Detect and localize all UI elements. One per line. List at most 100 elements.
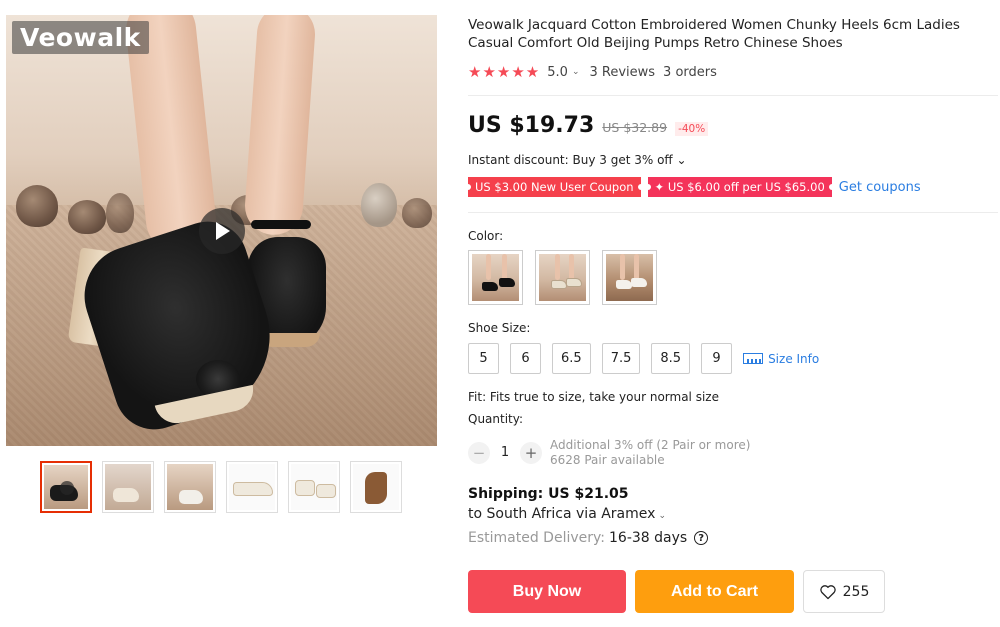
estimated-delivery: Estimated Delivery: 16-38 days ?: [468, 530, 709, 546]
quantity-note: Additional 3% off (2 Pair or more) 6628 …: [550, 438, 750, 467]
thumbnail[interactable]: [226, 461, 278, 513]
swatch-shoe: [499, 278, 515, 287]
size-option[interactable]: 6.5: [552, 343, 591, 374]
shipping-destination-label: to South Africa via Aramex: [468, 506, 656, 522]
divider: [468, 95, 998, 96]
buy-now-button[interactable]: Buy Now: [468, 570, 626, 613]
thumbnail-image: [105, 464, 151, 510]
pinecone-decor: [68, 200, 106, 234]
ankle-strap: [251, 220, 311, 229]
play-video-button[interactable]: [199, 208, 245, 254]
pinecone-decor: [106, 193, 134, 233]
chevron-down-icon: ⌄: [658, 511, 666, 521]
thumbnail[interactable]: [288, 461, 340, 513]
swatch-shoe: [566, 278, 582, 287]
orders-count: 3 orders: [663, 64, 717, 80]
swatch-leg: [569, 254, 574, 280]
wishlist-button[interactable]: 255: [803, 570, 885, 613]
size-info-label: Size Info: [768, 351, 820, 366]
color-label: Color:: [468, 229, 504, 243]
rating-value[interactable]: 5.0: [547, 65, 568, 80]
chevron-down-icon[interactable]: ⌄: [572, 67, 580, 77]
coupon-notch: [637, 184, 644, 190]
size-options: 5 6 6.5 7.5 8.5 9 Size Info: [468, 343, 819, 374]
coupon-notch: [465, 184, 471, 190]
fit-note: Fit: Fits true to size, take your normal…: [468, 390, 719, 404]
rating-row: ★★★★★ 5.0 ⌄ 3 Reviews 3 orders: [468, 63, 717, 81]
divider: [468, 212, 998, 213]
discount-badge: -40%: [675, 122, 709, 136]
price-row: US $19.73 US $32.89 -40%: [468, 113, 709, 138]
pinecone-decor: [16, 185, 58, 227]
play-icon: [60, 481, 74, 495]
thumbnail[interactable]: [40, 461, 92, 513]
coupon-notch: [828, 184, 835, 190]
thumbnail-shoe: [316, 484, 336, 498]
shipping-destination[interactable]: to South Africa via Aramex ⌄: [468, 506, 666, 522]
thumbnail[interactable]: [102, 461, 154, 513]
color-option-white[interactable]: [602, 250, 657, 305]
decrease-quantity-button[interactable]: −: [468, 441, 490, 464]
thumbnail-shoe: [113, 488, 139, 502]
original-price: US $32.89: [602, 120, 668, 135]
swatch-shoe: [482, 282, 498, 291]
additional-discount-note: Additional 3% off (2 Pair or more): [550, 438, 751, 452]
product-title: Veowalk Jacquard Cotton Embroidered Wome…: [468, 17, 960, 51]
thumbnail-shoe: [179, 490, 203, 504]
color-option-black[interactable]: [468, 250, 523, 305]
size-option[interactable]: 6: [510, 343, 541, 374]
thumbnail-shoe: [295, 480, 315, 496]
swatch-leg: [634, 254, 639, 280]
swatch-leg: [486, 254, 491, 280]
color-swatch-image: [539, 254, 586, 301]
stock-available: 6628 Pair available: [550, 452, 665, 467]
thumbnail-shoe: [233, 482, 273, 496]
coupon-label: ✦ US $6.00 off per US $65.00: [654, 180, 825, 194]
size-option[interactable]: 5: [468, 343, 499, 374]
main-product-image[interactable]: Veowalk: [6, 15, 437, 446]
size-option[interactable]: 8.5: [651, 343, 691, 374]
coupon-label: US $3.00 New User Coupon: [475, 180, 634, 194]
color-swatch-image: [472, 254, 519, 301]
brand-logo: Veowalk: [12, 21, 149, 54]
swatch-leg: [502, 254, 507, 280]
store-coupon[interactable]: ✦ US $6.00 off per US $65.00: [644, 177, 835, 197]
increase-quantity-button[interactable]: +: [520, 441, 542, 464]
wishlist-count: 255: [842, 583, 870, 600]
size-option[interactable]: 9: [701, 343, 733, 374]
quantity-label: Quantity:: [468, 412, 524, 426]
shipping-cost: Shipping: US $21.05: [468, 486, 629, 502]
new-user-coupon[interactable]: US $3.00 New User Coupon: [465, 177, 644, 197]
quantity-stepper: − 1 + Additional 3% off (2 Pair or more)…: [468, 438, 750, 467]
pinecone-decor: [402, 198, 432, 228]
thumbnail-strip: [40, 461, 402, 513]
thumbnail-shoe: [365, 472, 387, 504]
swatch-leg: [555, 254, 560, 280]
rating-stars-icon: ★★★★★: [468, 63, 541, 81]
size-info-link[interactable]: Size Info: [743, 352, 819, 366]
thumbnail[interactable]: [164, 461, 216, 513]
thumbnail[interactable]: [350, 461, 402, 513]
reviews-link[interactable]: 3 Reviews: [589, 65, 655, 80]
swatch-leg: [620, 254, 625, 280]
ruler-icon: [743, 353, 764, 364]
size-label: Shoe Size:: [468, 321, 531, 335]
add-to-cart-button[interactable]: Add to Cart: [635, 570, 794, 613]
quantity-value[interactable]: 1: [490, 445, 520, 460]
help-icon[interactable]: ?: [694, 531, 709, 545]
coupon-row: US $3.00 New User Coupon ✦ US $6.00 off …: [465, 177, 921, 197]
color-option-beige[interactable]: [535, 250, 590, 305]
color-swatch-image: [606, 254, 653, 301]
size-option[interactable]: 7.5: [601, 343, 641, 374]
pinecone-decor: [361, 183, 397, 227]
play-icon: [216, 222, 230, 240]
current-price: US $19.73: [468, 113, 595, 138]
swatch-shoe: [616, 280, 632, 289]
heart-icon: [819, 584, 836, 599]
instant-discount[interactable]: Instant discount: Buy 3 get 3% off ⌄: [468, 153, 687, 167]
color-options: [468, 250, 657, 305]
get-coupons-link[interactable]: Get coupons: [839, 180, 921, 195]
coupon-notch: [644, 184, 651, 190]
delivery-days: 16-38 days: [609, 530, 688, 546]
swatch-shoe: [551, 280, 567, 289]
